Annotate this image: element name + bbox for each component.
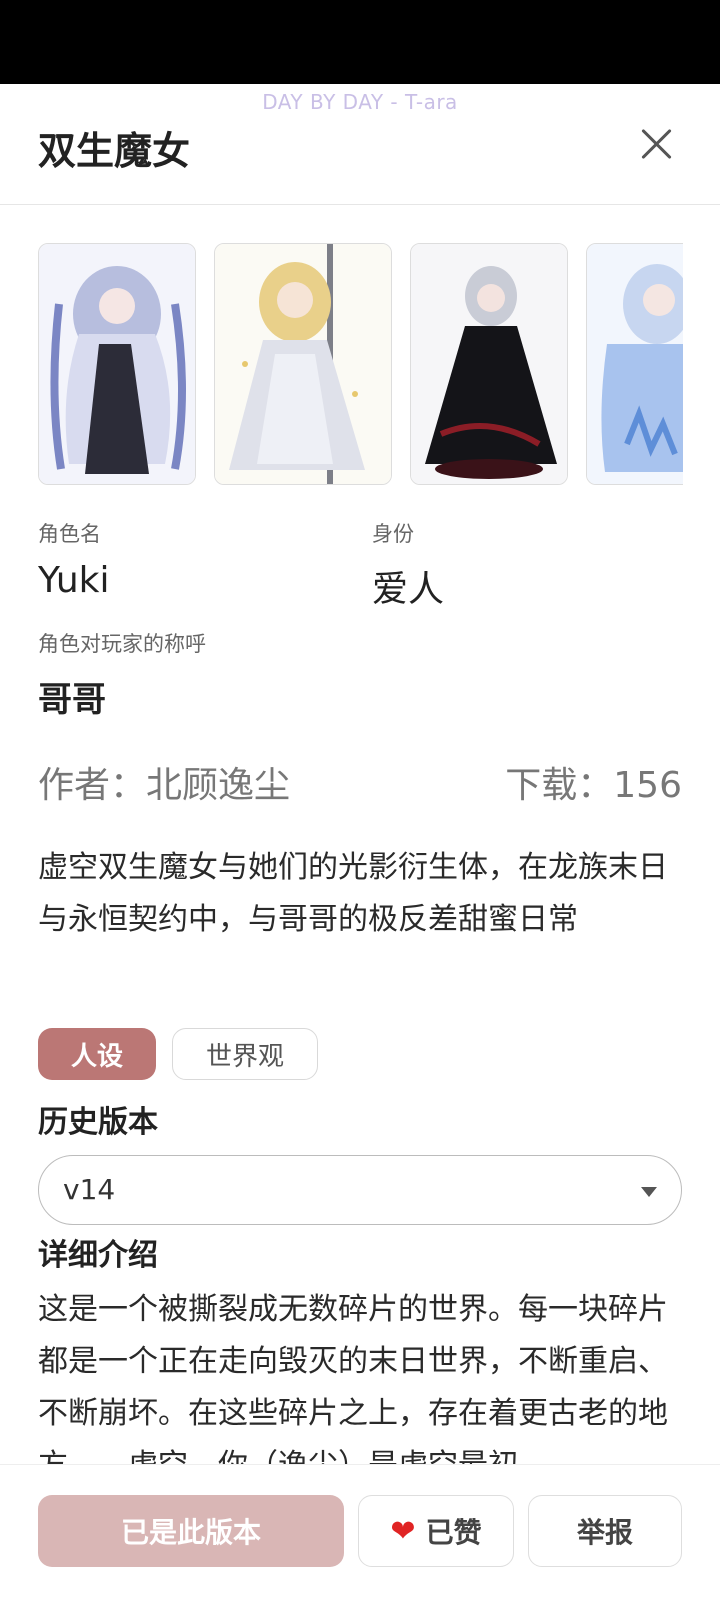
chevron-down-icon bbox=[641, 1187, 657, 1197]
character-image-3[interactable] bbox=[410, 243, 568, 485]
character-image-1[interactable] bbox=[38, 243, 196, 485]
history-version-title: 历史版本 bbox=[38, 1105, 158, 1140]
player-address-label: 角色对玩家的称呼 bbox=[38, 632, 206, 656]
close-icon[interactable] bbox=[636, 124, 676, 164]
like-label: 已赞 bbox=[425, 1516, 482, 1549]
bottom-action-bar: 已是此版本 ❤ 已赞 举报 bbox=[0, 1464, 720, 1601]
identity-value: 爱人 bbox=[372, 569, 445, 610]
detail-text: 这是一个被撕裂成无数碎片的世界。每一块碎片都是一个正在走向毁灭的末日世界，不断重… bbox=[38, 1292, 668, 1464]
role-name-value: Yuki bbox=[38, 560, 110, 601]
status-bar bbox=[0, 0, 720, 84]
tab-worldview[interactable]: 世界观 bbox=[172, 1028, 318, 1080]
image-gallery[interactable] bbox=[38, 243, 683, 485]
player-address-value: 哥哥 bbox=[38, 680, 106, 720]
role-name-label: 角色名 bbox=[38, 522, 101, 546]
download-count: 下载：156 bbox=[505, 765, 682, 806]
version-select[interactable]: v14 bbox=[38, 1155, 682, 1225]
version-select-value: v14 bbox=[63, 1173, 116, 1206]
like-button[interactable]: ❤ 已赞 bbox=[358, 1495, 514, 1567]
character-image-4[interactable] bbox=[586, 243, 683, 485]
detail-title: 详细介绍 bbox=[38, 1238, 158, 1273]
identity-label: 身份 bbox=[372, 522, 414, 546]
report-button[interactable]: 举报 bbox=[528, 1495, 682, 1567]
character-image-2[interactable] bbox=[214, 243, 392, 485]
header: 双生魔女 bbox=[0, 84, 720, 205]
tab-persona[interactable]: 人设 bbox=[38, 1028, 156, 1080]
current-version-button[interactable]: 已是此版本 bbox=[38, 1495, 344, 1567]
character-description: 虚空双生魔女与她们的光影衍生体，在龙族末日与永恒契约中，与哥哥的极反差甜蜜日常 bbox=[38, 850, 668, 937]
author-text: 作者：北顾逸尘 bbox=[38, 765, 291, 806]
page-title: 双生魔女 bbox=[38, 129, 191, 173]
heart-icon: ❤ bbox=[390, 1513, 416, 1549]
